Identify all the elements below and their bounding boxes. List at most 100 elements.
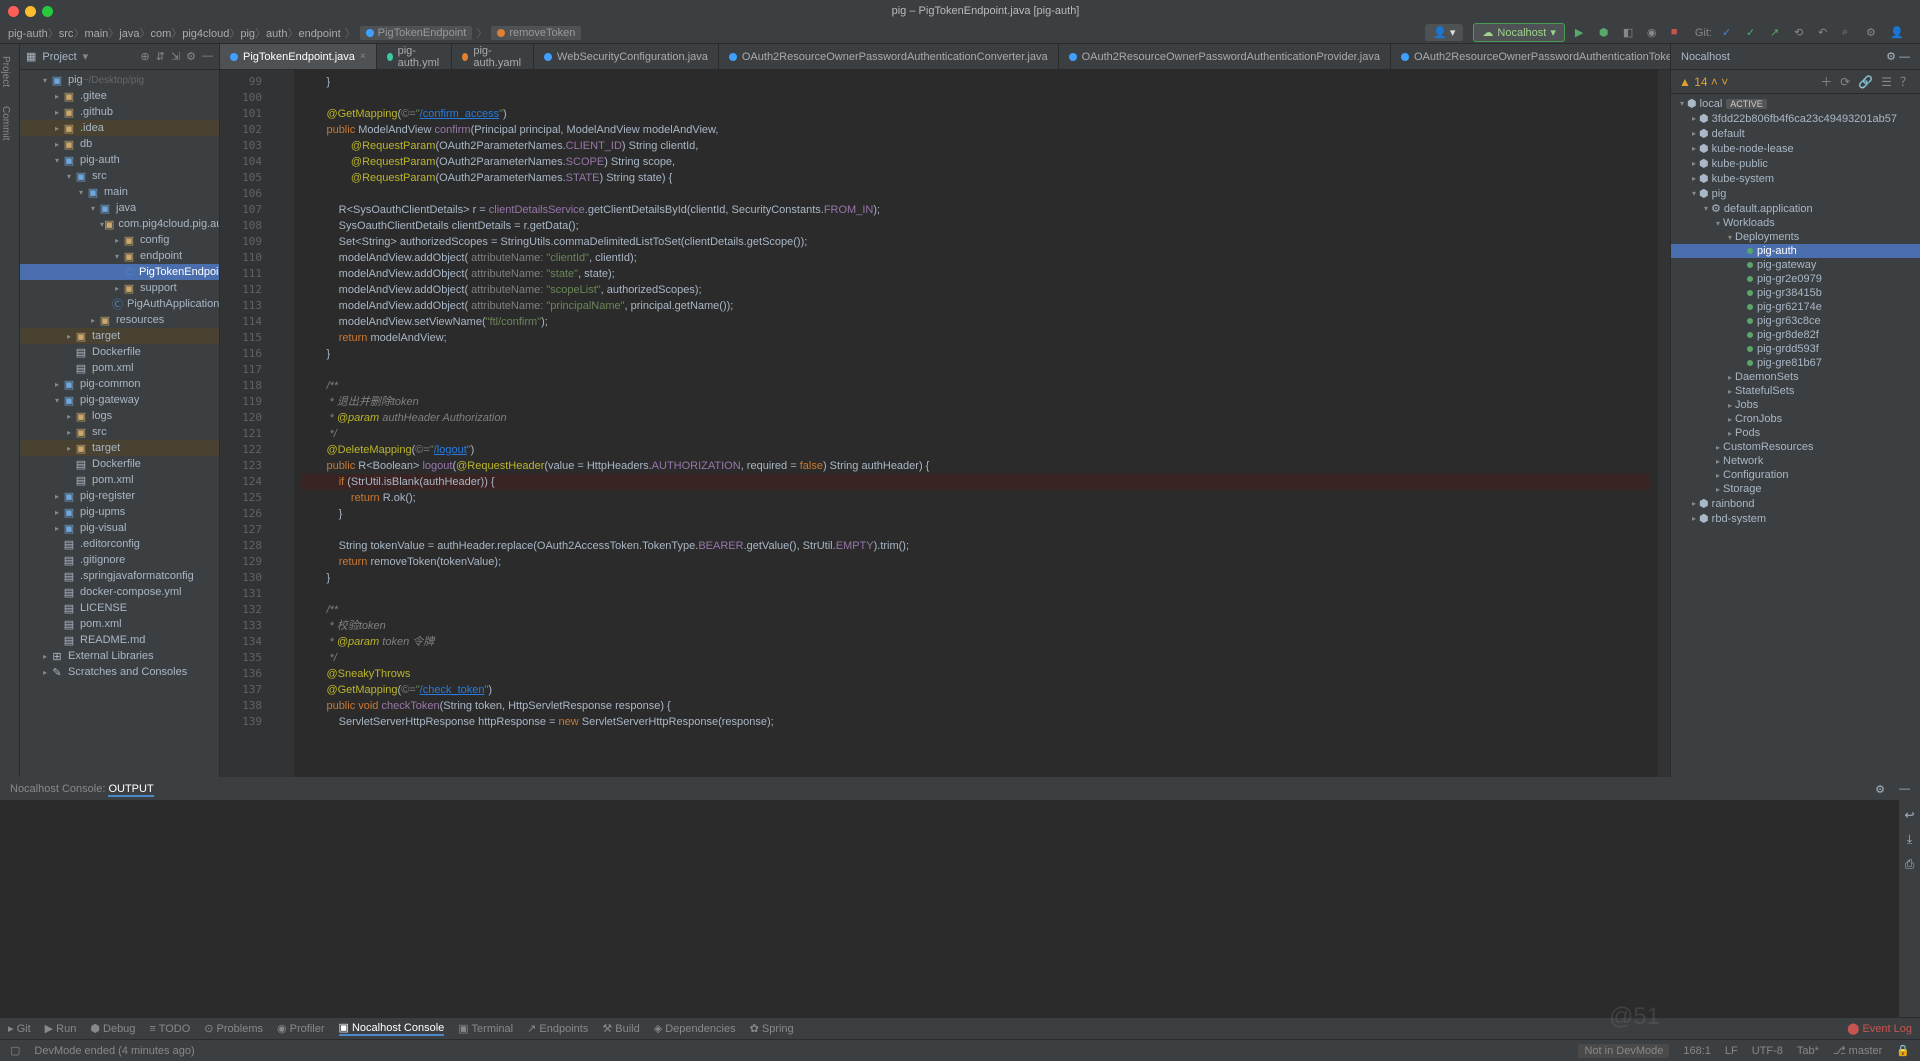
noc-item-Configuration[interactable]: ▸Configuration [1671,468,1920,482]
tree-item-db[interactable]: ▸▣db [20,136,219,152]
lock-icon[interactable]: 🔒 [1896,1044,1910,1057]
tree-item-target[interactable]: ▸▣target [20,328,219,344]
project-tree[interactable]: ▾▣pig ~/Desktop/pig▸▣.gitee▸▣.github▸▣.i… [20,70,219,777]
tw-Endpoints[interactable]: ↗ Endpoints [527,1022,588,1035]
noc-item-rbd-system[interactable]: ▸⬢ rbd-system [1671,511,1920,526]
breadcrumb-item[interactable]: java [119,28,139,40]
bottom-settings-icon[interactable]: ⚙ [1875,783,1885,796]
tree-item-pom.xml[interactable]: ▤pom.xml [20,616,219,632]
tw-Terminal[interactable]: ▣ Terminal [458,1022,513,1035]
minimize-window[interactable] [25,6,36,17]
tree-item-pig-visual[interactable]: ▸▣pig-visual [20,520,219,536]
tab-pig-auth.yaml[interactable]: pig-auth.yaml [452,44,534,69]
tree-item-main[interactable]: ▾▣main [20,184,219,200]
console-output[interactable] [0,800,1898,1017]
tab-pig-auth.yml[interactable]: pig-auth.yml [377,44,453,69]
scroll-to-end-icon[interactable]: ⤓ [1907,832,1912,847]
tree-item-support[interactable]: ▸▣support [20,280,219,296]
line-separator[interactable]: LF [1725,1045,1738,1057]
tw-Problems[interactable]: ⊙ Problems [204,1022,263,1035]
code-editor[interactable]: } @GetMapping(©="/confirm_access") publi… [294,70,1658,777]
tree-item-.github[interactable]: ▸▣.github [20,104,219,120]
file-encoding[interactable]: UTF-8 [1752,1045,1783,1057]
project-header[interactable]: Project [42,51,76,63]
tree-item-docker-compose.yml[interactable]: ▤docker-compose.yml [20,584,219,600]
nocalhost-settings-icon[interactable]: ⚙ [1886,51,1896,63]
noc-item-kube-node-lease[interactable]: ▸⬢ kube-node-lease [1671,141,1920,156]
breadcrumb-item[interactable]: pig-auth [8,28,48,40]
noc-item-default[interactable]: ▸⬢ default [1671,126,1920,141]
close-window[interactable] [8,6,19,17]
tw-Dependencies[interactable]: ◈ Dependencies [654,1022,736,1035]
refresh-icon[interactable]: ⟳ [1840,75,1850,89]
noc-item-local[interactable]: ▾⬢ localACTIVE [1671,96,1920,111]
tree-item-com.pig4cloud.pig.auth[interactable]: ▾▣com.pig4cloud.pig.auth [20,216,219,232]
breadcrumb-item[interactable]: pig [240,28,255,40]
maximize-window[interactable] [42,6,53,17]
noc-item-Pods[interactable]: ▸Pods [1671,426,1920,440]
tw-Nocalhost Console[interactable]: ▣ Nocalhost Console [339,1021,445,1036]
noc-item-pig-auth[interactable]: pig-auth [1671,244,1920,258]
tw-TODO[interactable]: ≡ TODO [149,1023,190,1035]
filter-icon[interactable]: ☰ [1881,75,1892,89]
caret-position[interactable]: 168:1 [1683,1045,1711,1057]
tree-item-LICENSE[interactable]: ▤LICENSE [20,600,219,616]
noc-item-pig-gre81b67[interactable]: pig-gre81b67 [1671,356,1920,370]
tree-item-.springjavaformatconfig[interactable]: ▤.springjavaformatconfig [20,568,219,584]
tree-item-pig-auth[interactable]: ▾▣pig-auth [20,152,219,168]
link-icon[interactable]: 🔗 [1858,75,1873,89]
tree-item-resources[interactable]: ▸▣resources [20,312,219,328]
bottom-hide-icon[interactable]: — [1899,783,1910,795]
tree-item-logs[interactable]: ▸▣logs [20,408,219,424]
bottom-tab-Nocalhost Console:[interactable]: Nocalhost Console: [10,783,105,795]
tree-item-endpoint[interactable]: ▾▣endpoint [20,248,219,264]
nocalhost-tab-label[interactable]: Nocalhost [1681,51,1730,63]
noc-item-Network[interactable]: ▸Network [1671,454,1920,468]
noc-item-Storage[interactable]: ▸Storage [1671,482,1920,496]
tw-Debug[interactable]: ⬢ Debug [90,1022,135,1035]
add-icon[interactable]: ＋ [1820,73,1832,90]
search-icon[interactable]: ⌕ [1842,26,1856,40]
tree-item-src[interactable]: ▸▣src [20,424,219,440]
tree-item-pig-gateway[interactable]: ▾▣pig-gateway [20,392,219,408]
noc-item-CronJobs[interactable]: ▸CronJobs [1671,412,1920,426]
profiler-icon[interactable]: ◉ [1647,26,1661,40]
soft-wrap-icon[interactable]: ↩ [1904,808,1914,822]
git-branch[interactable]: ⎇ master [1833,1044,1882,1057]
noc-item-pig[interactable]: ▾⬢ pig [1671,186,1920,201]
tab-WebSecurityConfiguration.java[interactable]: WebSecurityConfiguration.java [534,44,719,69]
expand-all-icon[interactable]: ⇵ [156,50,165,63]
tab-OAuth2ResourceOwnerPasswordAuthenticationProvider.java[interactable]: OAuth2ResourceOwnerPasswordAuthenticatio… [1059,44,1391,69]
run-icon[interactable]: ▶ [1575,26,1589,40]
git-push-icon[interactable]: ↗ [1770,26,1784,40]
collapse-all-icon[interactable]: ⇲ [171,50,180,63]
tree-item-pig-upms[interactable]: ▸▣pig-upms [20,504,219,520]
nocalhost-hide-icon[interactable]: — [1899,51,1910,63]
tree-item-Scratches and Consoles[interactable]: ▸✎Scratches and Consoles [20,664,219,680]
tw-Profiler[interactable]: ◉ Profiler [277,1022,325,1035]
git-history-icon[interactable]: ⟲ [1794,26,1808,40]
tw-Run[interactable]: ▶ Run [45,1022,77,1035]
tree-item-config[interactable]: ▸▣config [20,232,219,248]
breadcrumb-item[interactable]: src [59,28,74,40]
breadcrumb-item[interactable]: com [150,28,171,40]
tree-item-PigTokenEndpoint[interactable]: ⒸPigTokenEndpoint [20,264,219,280]
problems-count[interactable]: 14 [1694,75,1707,89]
noc-item-pig-gr8de82f[interactable]: pig-gr8de82f [1671,328,1920,342]
noc-item-StatefulSets[interactable]: ▸StatefulSets [1671,384,1920,398]
noc-item-DaemonSets[interactable]: ▸DaemonSets [1671,370,1920,384]
tree-item-pig[interactable]: ▾▣pig ~/Desktop/pig [20,72,219,88]
tab-OAuth2ResourceOwnerPasswordAuthenticationConverter.java[interactable]: OAuth2ResourceOwnerPasswordAuthenticatio… [719,44,1059,69]
breadcrumb-item[interactable]: auth [266,28,287,40]
select-opened-icon[interactable]: ⊕ [140,50,149,63]
tree-item-pom.xml[interactable]: ▤pom.xml [20,360,219,376]
bottom-tab-OUTPUT[interactable]: OUTPUT [108,783,153,797]
tree-item-.idea[interactable]: ▸▣.idea [20,120,219,136]
tree-item-java[interactable]: ▾▣java [20,200,219,216]
tab-PigTokenEndpoint.java[interactable]: PigTokenEndpoint.java× [220,44,377,69]
noc-item-pig-gr38415b[interactable]: pig-gr38415b [1671,286,1920,300]
noc-item-kube-public[interactable]: ▸⬢ kube-public [1671,156,1920,171]
tw-Spring[interactable]: ✿ Spring [750,1022,794,1035]
tree-item-pom.xml[interactable]: ▤pom.xml [20,472,219,488]
tree-item-pig-register[interactable]: ▸▣pig-register [20,488,219,504]
